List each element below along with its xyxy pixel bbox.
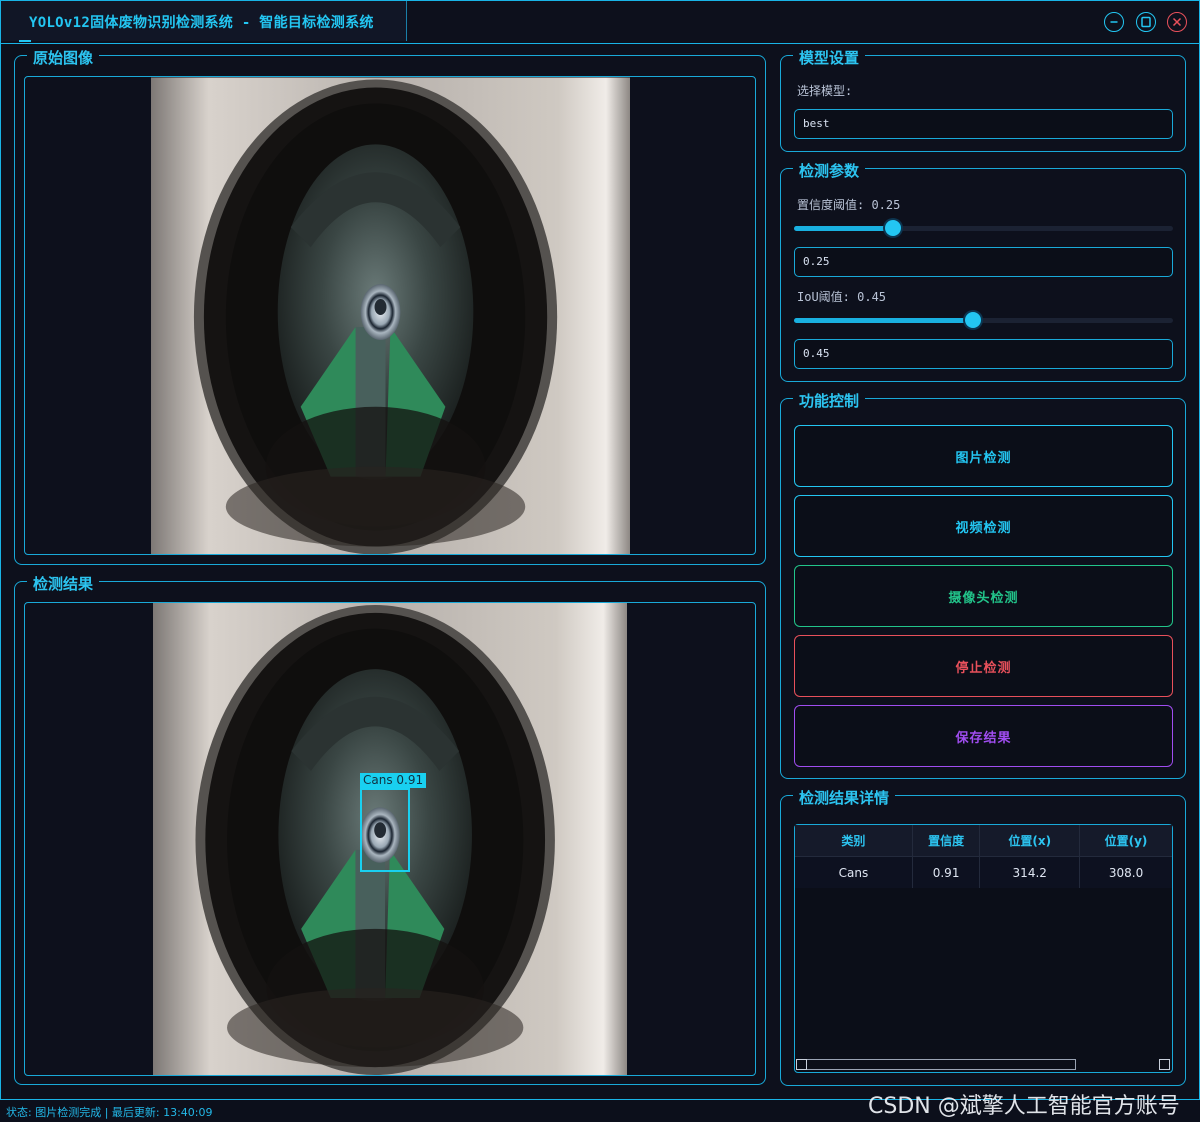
window-title: YOLOv12固体废物识别检测系统 - 智能目标检测系统 [29,15,374,31]
function-controls-title: 功能控制 [793,390,866,411]
close-button[interactable] [1167,12,1187,32]
maximize-button[interactable] [1136,12,1156,32]
title-bar: YOLOv12固体废物识别检测系统 - 智能目标检测系统 [1,1,1199,44]
title-tab: YOLOv12固体废物识别检测系统 - 智能目标检测系统 [1,1,407,42]
detection-score: 0.91 [396,773,424,787]
table-row[interactable]: Cans 0.91 314.2 308.0 [795,856,1172,888]
minimize-button[interactable] [1104,12,1124,32]
minimize-icon [1110,21,1118,23]
iou-label: IoU阈值: 0.45 [797,290,887,304]
cell-y: 308.0 [1079,856,1172,888]
confidence-slider-fill [794,226,894,231]
watermark: CSDN @斌擎人工智能官方账号 [868,1094,1180,1119]
detection-params-title: 检测参数 [793,160,866,181]
original-image-frame [24,76,756,555]
cell-class: Cans [795,856,913,888]
original-image-title: 原始图像 [27,47,100,68]
results-table: 类别 置信度 位置(x) 位置(y) Cans 0.91 314.2 308.0 [795,825,1172,888]
title-accent [19,40,31,42]
scroll-right-button[interactable] [1159,1059,1170,1070]
iou-slider[interactable] [794,312,1173,328]
video-detect-button[interactable]: 视频检测 [794,495,1173,557]
select-model-label: 选择模型: [797,84,853,98]
detection-label: Cans 0.91 [360,773,427,788]
iou-input[interactable]: 0.45 [794,339,1173,369]
original-image [151,77,630,554]
iou-slider-handle[interactable] [965,312,982,328]
column-header-class[interactable]: 类别 [795,825,913,857]
image-detect-button[interactable]: 图片检测 [794,425,1173,487]
cell-x: 314.2 [979,856,1081,888]
results-detail-title: 检测结果详情 [793,787,896,808]
confidence-input[interactable]: 0.25 [794,247,1173,277]
result-image-frame: Cans 0.91 [24,602,756,1076]
stop-detect-button[interactable]: 停止检测 [794,635,1173,697]
result-image: Cans 0.91 [153,603,627,1075]
maximize-icon [1141,16,1151,28]
confidence-label: 置信度阈值: 0.25 [797,198,901,212]
results-header-row: 类别 置信度 位置(x) 位置(y) [795,825,1172,857]
column-header-y[interactable]: 位置(y) [1079,825,1172,857]
scroll-left-button[interactable] [796,1059,807,1070]
cell-confidence: 0.91 [912,856,981,888]
model-settings-title: 模型设置 [793,47,866,68]
model-select[interactable]: best [794,109,1173,139]
horizontal-scrollbar[interactable] [796,1059,1076,1070]
iou-slider-fill [794,318,974,323]
result-image-title: 检测结果 [27,573,100,594]
close-icon [1172,17,1182,27]
save-results-button[interactable]: 保存结果 [794,705,1173,767]
column-header-confidence[interactable]: 置信度 [912,825,981,857]
status-text: 状态: 图片检测完成 | 最后更新: 13:40:09 [6,1106,213,1119]
detection-box [360,788,410,872]
camera-detect-button[interactable]: 摄像头检测 [794,565,1173,627]
detection-class: Cans [363,773,393,787]
confidence-slider[interactable] [794,220,1173,236]
column-header-x[interactable]: 位置(x) [979,825,1081,857]
